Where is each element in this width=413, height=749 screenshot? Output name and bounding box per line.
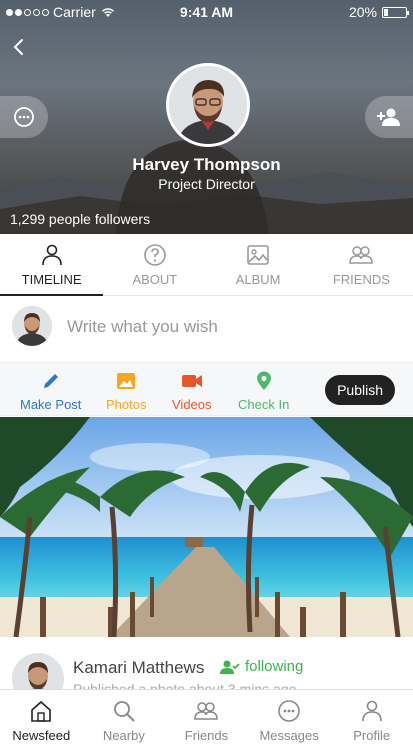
make-post-button[interactable]: Make Post <box>20 371 81 412</box>
photos-button[interactable]: Photos <box>106 371 146 412</box>
profile-role: Project Director <box>158 176 255 192</box>
tab-label: ALBUM <box>235 272 281 287</box>
action-label: Videos <box>172 397 212 412</box>
profile-icon <box>361 700 382 722</box>
home-icon <box>31 700 52 722</box>
post-composer: Write what you wish <box>0 296 413 360</box>
video-icon <box>181 375 202 387</box>
nav-label: Nearby <box>102 728 145 743</box>
search-icon <box>113 701 135 722</box>
beach-pier-image <box>0 417 413 637</box>
nav-messages[interactable]: Messages <box>248 690 331 749</box>
message-user-button[interactable] <box>0 96 48 138</box>
composer-input[interactable]: Write what you wish <box>67 317 218 337</box>
action-label: Check In <box>238 397 290 412</box>
profile-name: Harvey Thompson <box>132 155 281 174</box>
following-badge[interactable]: following <box>220 658 303 675</box>
tab-label: FRIENDS <box>332 272 390 287</box>
composer-actions: Make Post Photos Videos Check In Publish <box>0 362 413 416</box>
tab-timeline[interactable]: TIMELINE <box>0 234 104 296</box>
nav-nearby[interactable]: Nearby <box>83 690 166 749</box>
add-friend-button[interactable] <box>365 96 413 138</box>
nav-label: Newsfeed <box>12 728 71 743</box>
nav-label: Messages <box>259 728 319 743</box>
tab-label: ABOUT <box>132 272 178 287</box>
location-pin-icon <box>256 371 271 390</box>
profile-avatar[interactable] <box>166 63 250 147</box>
publish-button[interactable]: Publish <box>325 375 395 405</box>
nav-label: Profile <box>353 728 391 743</box>
check-in-button[interactable]: Check In <box>238 371 289 412</box>
battery-percent: 20% <box>348 4 377 20</box>
pencil-icon <box>43 374 58 388</box>
chat-bubble-icon <box>14 107 34 127</box>
tab-album[interactable]: ALBUM <box>207 234 310 295</box>
photo-icon <box>117 373 136 389</box>
bottom-navigation: Newsfeed Nearby Friends Messages Profile <box>0 689 413 749</box>
tab-about[interactable]: ABOUT <box>103 234 206 295</box>
user-check-icon <box>220 660 240 674</box>
post-photo[interactable] <box>0 417 413 637</box>
avatar-image <box>169 66 247 144</box>
post-header: Kamari Matthews following Published a ph… <box>0 637 413 705</box>
group-icon <box>349 246 374 264</box>
post-author-name[interactable]: Kamari Matthews <box>73 658 204 678</box>
chat-bubble-icon <box>278 700 300 722</box>
nav-profile[interactable]: Profile <box>330 690 413 749</box>
battery-icon <box>382 6 409 18</box>
following-label: following <box>245 658 304 675</box>
person-icon <box>41 244 62 266</box>
videos-button[interactable]: Videos <box>172 371 212 412</box>
tab-friends[interactable]: FRIENDS <box>310 234 413 295</box>
tab-label: TIMELINE <box>21 272 82 287</box>
add-user-icon <box>377 108 400 126</box>
action-label: Make Post <box>20 397 82 412</box>
status-bar: Carrier 9:41 AM 20% <box>0 0 413 24</box>
profile-tabs: TIMELINE ABOUT ALBUM FRIENDS <box>0 234 413 296</box>
followers-count[interactable]: 1,299 people followers <box>10 211 150 227</box>
nav-label: Friends <box>184 728 229 743</box>
back-arrow-icon[interactable] <box>8 36 30 58</box>
friends-icon <box>194 702 219 720</box>
question-icon <box>144 244 166 266</box>
action-label: Photos <box>106 397 147 412</box>
nav-friends[interactable]: Friends <box>165 690 248 749</box>
nav-newsfeed[interactable]: Newsfeed <box>0 690 83 749</box>
profile-cover: Carrier 9:41 AM 20% Harvey Thompson Proj… <box>0 0 413 234</box>
composer-avatar <box>12 306 52 346</box>
image-icon <box>247 245 269 265</box>
